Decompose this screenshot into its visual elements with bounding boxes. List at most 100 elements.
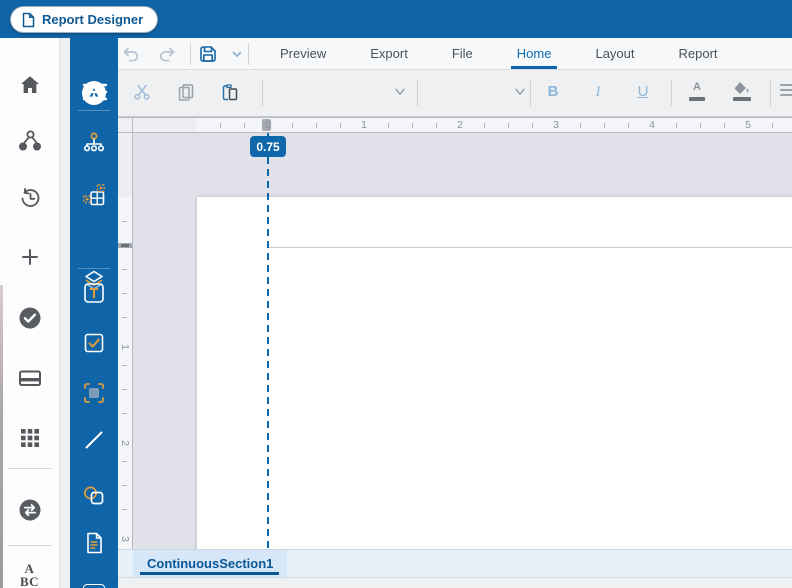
italic-button[interactable]: I [588,81,608,103]
report-designer-pill[interactable]: Report Designer [10,6,159,33]
ruler-tick [122,365,127,366]
textbox-icon[interactable] [82,281,106,305]
ruler-label: 2 [119,440,131,446]
section-tab-continuoussection1[interactable]: ContinuousSection1 [133,550,288,577]
table-add-icon[interactable] [82,183,106,207]
tab-layout[interactable]: Layout [573,38,656,69]
section-boundary-line [268,247,792,248]
save-options-chevron-icon[interactable] [230,44,244,64]
tab-export[interactable]: Export [348,38,430,69]
font-family-select[interactable] [268,76,408,108]
shape-icon[interactable] [82,483,106,507]
ruler-label: 0 [265,119,271,131]
font-color-letter: A [693,81,701,93]
add-icon[interactable] [18,245,42,269]
undo-icon[interactable] [120,44,140,64]
ruler-tick [316,123,317,128]
tab-report[interactable]: Report [657,38,740,69]
document-icon[interactable] [82,531,106,555]
tab-home[interactable]: Home [495,38,574,69]
vertical-ruler: 1 2 3 [118,133,133,549]
ribbon-tab-strip: Preview Export File Home Layout Report [258,38,740,69]
save-icon[interactable] [198,44,218,64]
select-icon[interactable] [82,381,106,405]
partial-icon[interactable] [83,584,105,588]
align-icon[interactable] [780,84,792,100]
ruler-tick [484,123,485,128]
ruler-tick [340,123,341,128]
ruler-tick [604,123,605,128]
org-chart-icon[interactable] [82,131,106,155]
ruler-tick [122,461,127,462]
home-icon[interactable] [18,73,42,97]
font-color-button[interactable]: A [687,81,707,103]
ribbon-top-row: Preview Export File Home Layout Report [118,38,792,70]
ruler-tick [700,123,701,128]
tab-preview[interactable]: Preview [258,38,348,69]
chevron-down-icon [395,88,405,95]
bold-button[interactable]: B [543,81,563,103]
design-canvas[interactable]: 0.75 [133,133,792,549]
font-size-select[interactable] [423,76,528,108]
ruler-label: 5 [745,119,751,131]
ruler-tick [122,269,127,270]
menu-icon[interactable] [82,81,108,105]
checkbox-icon[interactable] [82,331,106,355]
share-icon[interactable] [18,129,42,153]
toolbar-separator [671,80,672,106]
chevron-down-icon [515,88,525,95]
fill-color-button[interactable] [731,81,753,103]
ruler-tick [122,485,127,486]
ruler-tick [122,389,127,390]
ruler-label: 2 [457,119,463,131]
rail-divider [8,545,52,546]
redo-icon[interactable] [158,44,178,64]
ruler-tick [122,509,127,510]
underline-button[interactable]: U [633,81,653,103]
line-icon[interactable] [82,428,106,452]
vertical-ruler-page-region [118,197,132,549]
ruler-tick [508,123,509,128]
ruler-label: 3 [119,536,131,542]
margin-guide-dashed-line [267,133,269,549]
paste-icon[interactable] [221,83,239,101]
ruler-tick [122,293,127,294]
rail-divider [78,268,110,269]
fill-color-bar [733,97,751,101]
ruler-tick [292,123,293,128]
credit-card-icon[interactable] [18,366,42,390]
ruler-tick [122,413,127,414]
ribbon-format-row: B I U A [118,70,792,117]
ruler-tick [436,123,437,128]
ruler-label: 4 [649,119,655,131]
rail-divider [78,110,110,111]
swap-icon[interactable] [18,498,42,522]
ruler-label: 1 [119,344,131,350]
tab-file[interactable]: File [430,38,495,69]
ruler-tick [628,123,629,128]
designer-rail [70,38,118,588]
grid-icon[interactable] [18,425,42,449]
ruler-label: 1 [361,119,367,131]
history-icon[interactable] [18,186,42,210]
toolbar-separator [190,43,191,65]
ruler-tick [244,123,245,128]
horizontal-ruler-page-region [196,118,792,132]
top-bar: Report Designer [0,0,792,38]
check-circle-icon[interactable] [18,306,42,330]
app-rail: A BC [0,38,60,588]
margin-value-badge: 0.75 [250,136,286,157]
screen-edge-strip [0,285,3,588]
report-page[interactable] [197,197,792,549]
vertical-margin-handle[interactable] [118,243,132,248]
ruler-tick [122,317,127,318]
ruler-tick [580,123,581,128]
copy-icon[interactable] [177,83,195,101]
abc-icon[interactable]: A BC [0,562,59,588]
toolbar-separator [417,80,418,106]
cut-icon[interactable] [133,83,151,101]
report-designer-app: Preview Export File Home Layout Report B… [0,0,792,588]
font-color-bar [689,97,705,101]
ruler-tick [412,123,413,128]
pill-label: Report Designer [42,12,144,27]
